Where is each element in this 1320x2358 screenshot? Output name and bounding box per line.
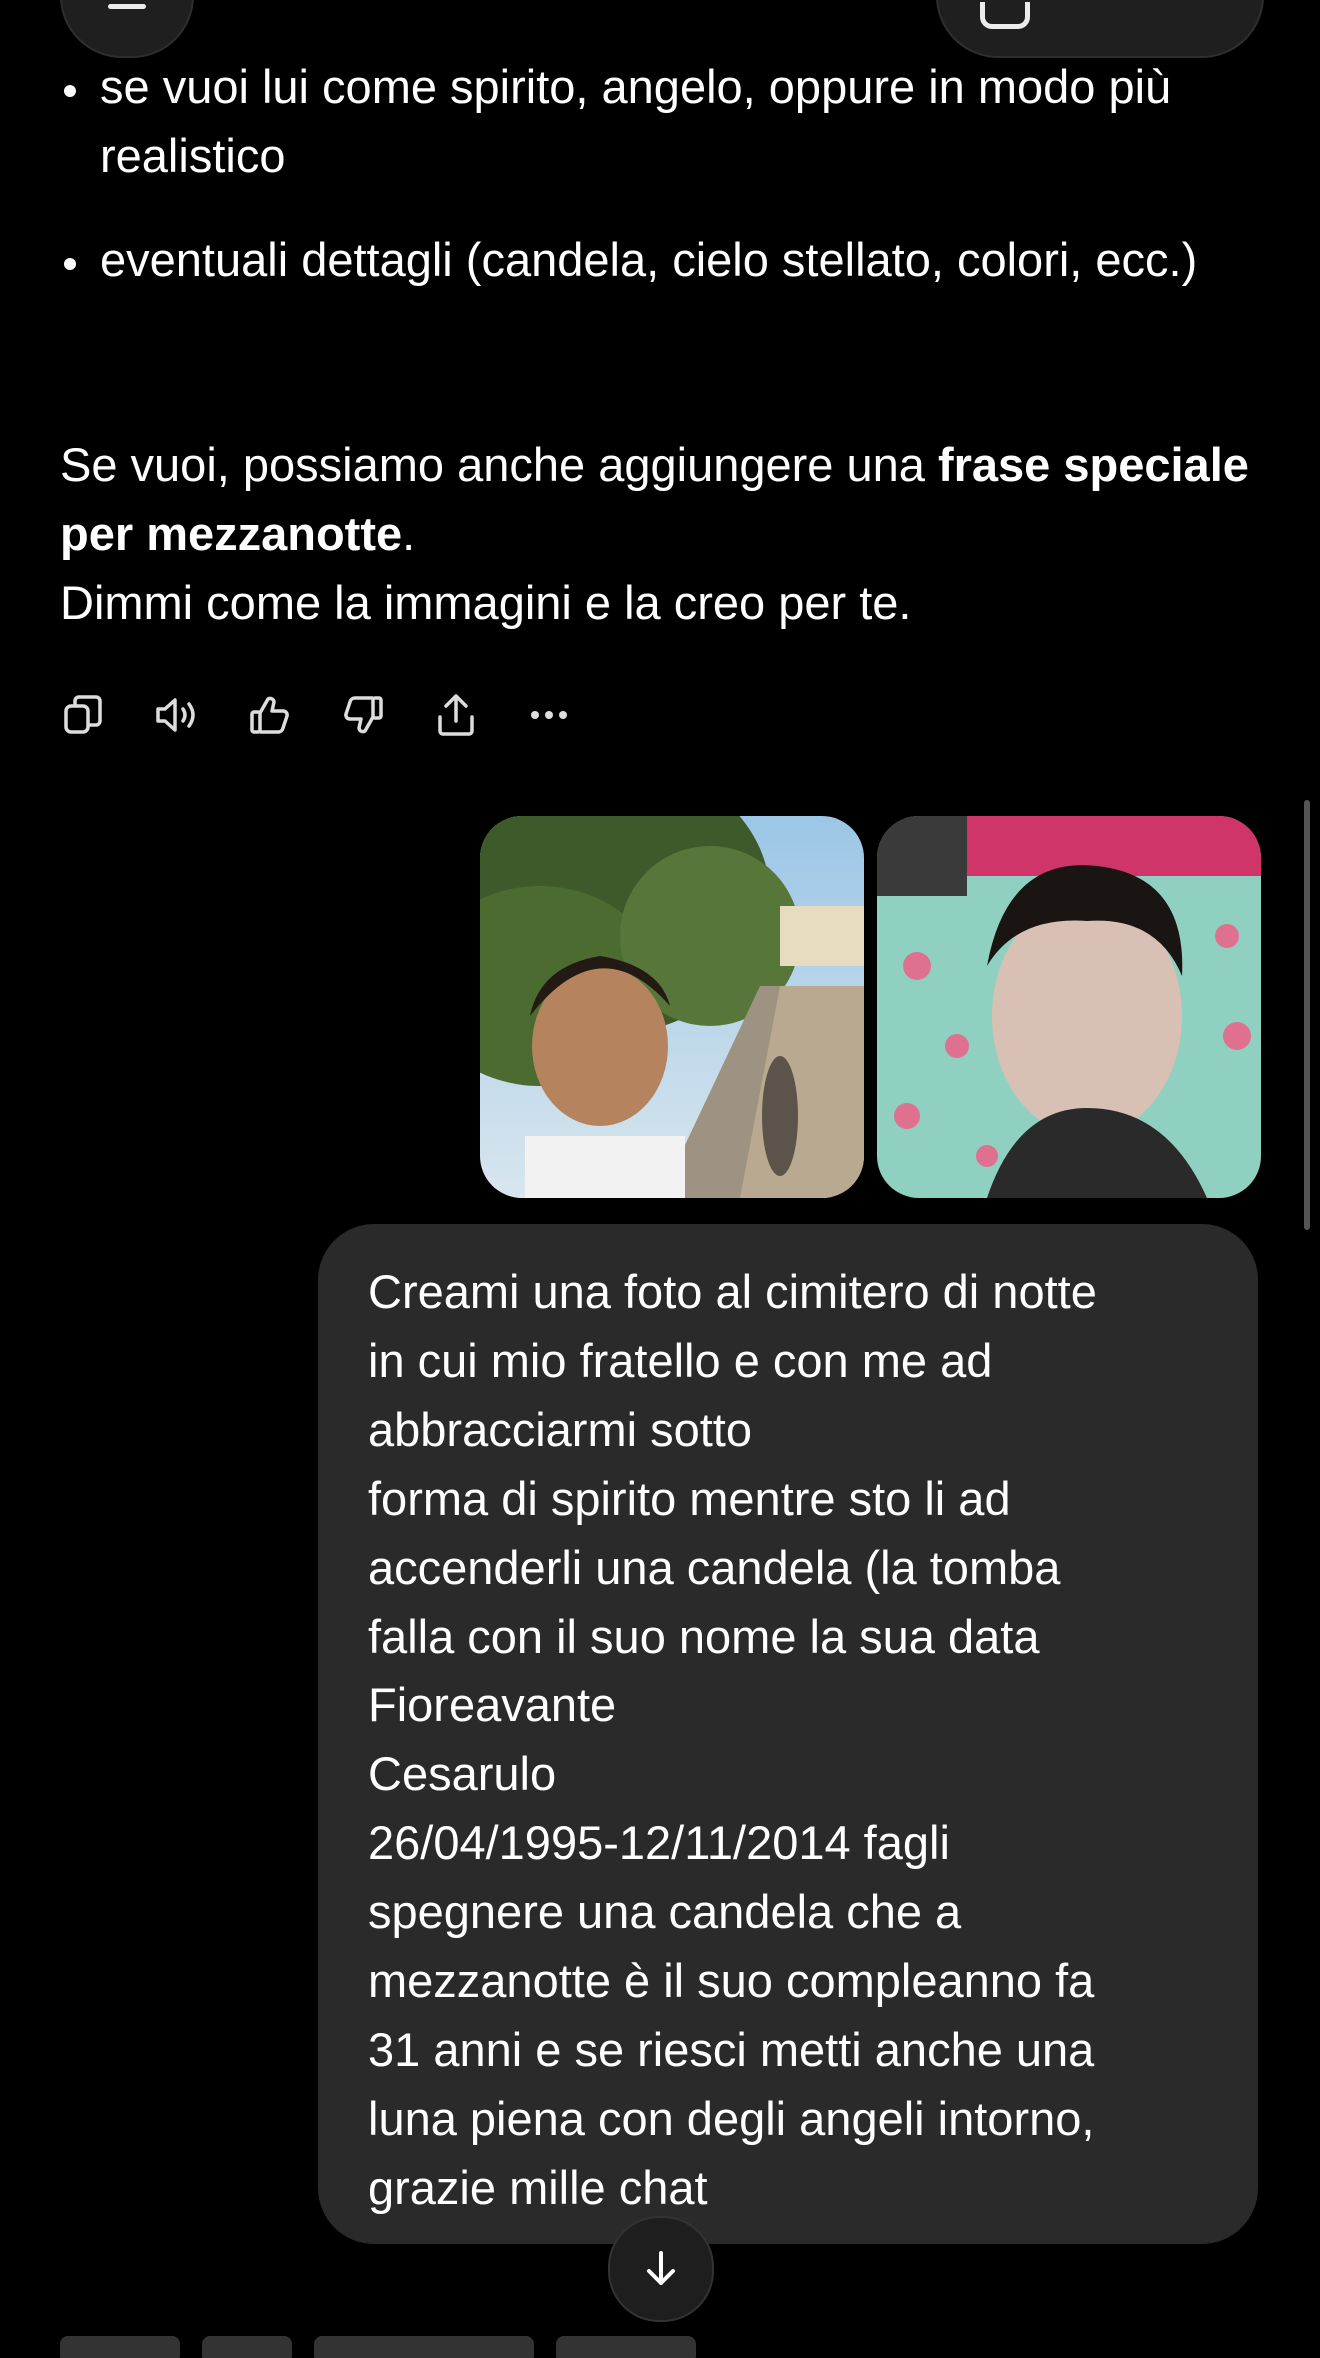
thumbs-up-icon xyxy=(250,696,289,734)
bullet-item: se vuoi lui come spirito, angelo, oppure… xyxy=(60,52,1260,190)
menu-icon xyxy=(108,4,146,9)
next-message-preview xyxy=(60,2318,960,2358)
photo-selfie-outdoor xyxy=(480,816,864,1198)
scroll-to-bottom-button[interactable] xyxy=(608,2216,714,2322)
bullet-item: eventuali dettagli (candela, cielo stell… xyxy=(60,225,1260,294)
copy-icon xyxy=(64,695,102,734)
read-aloud-icon xyxy=(156,698,195,732)
thumbs-up-button[interactable] xyxy=(246,691,294,739)
new-chat-button[interactable] xyxy=(936,0,1264,58)
share-button[interactable] xyxy=(432,691,480,739)
menu-button[interactable] xyxy=(60,0,194,58)
photo-selfie-pillow xyxy=(877,816,1261,1198)
copy-button[interactable] xyxy=(60,691,108,739)
read-aloud-button[interactable] xyxy=(153,691,201,739)
attached-photo[interactable] xyxy=(480,816,864,1198)
more-icon xyxy=(531,711,567,719)
message-actions xyxy=(60,690,618,740)
user-message-bubble: Creami una foto al cimitero di notte in … xyxy=(318,1224,1258,2244)
thumbs-down-icon xyxy=(344,696,383,734)
assistant-paragraph: Se vuoi, possiamo anche aggiungere una f… xyxy=(60,438,1249,629)
assistant-bullet-list: se vuoi lui come spirito, angelo, oppure… xyxy=(60,52,1260,329)
new-chat-icon xyxy=(980,2,1030,29)
arrow-down-icon xyxy=(647,2251,675,2285)
attached-photo[interactable] xyxy=(877,816,1261,1198)
more-button[interactable] xyxy=(525,691,573,739)
thumbs-down-button[interactable] xyxy=(339,691,387,739)
share-icon xyxy=(438,694,474,736)
scrollbar[interactable] xyxy=(1304,800,1310,1230)
